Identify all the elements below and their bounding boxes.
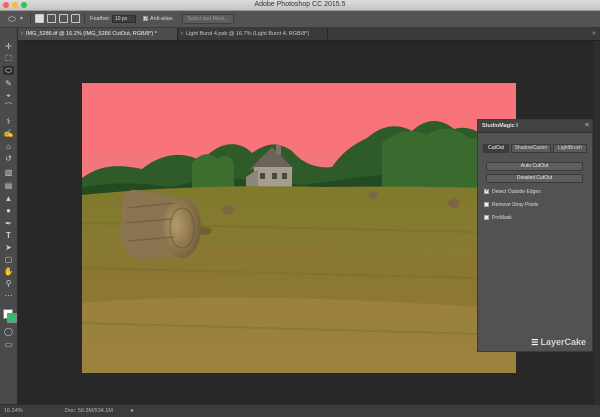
remove-stray-pixels-row[interactable]: Remove Stray Pixels <box>484 201 538 209</box>
dodge-icon[interactable]: ● <box>3 206 14 215</box>
tab-lightbrush[interactable]: LightBrush <box>553 144 587 153</box>
panel-menu-icon[interactable]: ≡ <box>585 120 589 132</box>
panel-header: StudioMagic I ≡ <box>478 120 592 133</box>
close-tab-icon[interactable]: × <box>18 28 26 40</box>
pen-icon[interactable]: ✒ <box>3 219 14 228</box>
subtract-selection-icon[interactable] <box>59 14 68 23</box>
quick-select-icon[interactable]: ✎ <box>3 79 14 88</box>
new-selection-icon[interactable] <box>35 14 44 23</box>
quick-mask-icon[interactable]: ◯ <box>3 327 14 336</box>
marquee-icon[interactable]: ⬚ <box>3 53 14 62</box>
auto-cutout-button[interactable]: Auto CutOut <box>486 162 583 171</box>
brand-text: LayerCake <box>540 337 586 347</box>
stamp-icon[interactable]: ⌂ <box>3 142 14 151</box>
checkbox-label: Detect Outside Edges <box>492 189 541 195</box>
feather-input[interactable]: 10 px <box>112 15 136 23</box>
promask-row[interactable]: ProMask <box>484 214 512 222</box>
panel-collapse-icon[interactable]: » <box>592 28 596 40</box>
checkbox-label: ProMask <box>492 215 512 221</box>
tab-shadowcaster[interactable]: ShadowCaster <box>511 144 551 153</box>
blur-icon[interactable]: ▲ <box>3 194 14 203</box>
detect-outside-edges-row[interactable]: ✓ Detect Outside Edges <box>484 188 541 196</box>
tools-panel: ✛ ⬚ ⬭ ✎ ⌖ ⁀ ⚕ ✍ ⌂ ↺ ▧ ▤ ▲ ● ✒ T ➤ ▢ ✋ ⚲ … <box>0 28 18 404</box>
tab-img-5286[interactable]: × IMG_5286.tif @ 16.2% (IMG_5286 CutOut, … <box>18 28 178 40</box>
add-selection-icon[interactable] <box>47 14 56 23</box>
screen-mode-icon[interactable]: ▭ <box>3 340 14 349</box>
crop-icon[interactable]: ⌖ <box>3 91 14 100</box>
lasso-icon[interactable]: ⬭ <box>3 66 14 75</box>
tab-label: Light Burst 4.psb @ 16.7% (Light Burst 4… <box>186 31 310 37</box>
promask-checkbox[interactable] <box>484 215 489 221</box>
tab-cutout[interactable]: CutOut <box>483 144 509 153</box>
lasso-icon[interactable]: ⬭ <box>8 11 16 27</box>
antialias-checkbox[interactable]: ✓ <box>143 16 148 22</box>
healing-icon[interactable]: ⚕ <box>3 117 14 126</box>
tab-label: IMG_5286.tif @ 16.2% (IMG_5286 CutOut, R… <box>26 31 157 37</box>
select-and-mask-button[interactable]: Select and Mask... <box>182 14 234 24</box>
eyedropper-icon[interactable]: ⁀ <box>3 103 14 112</box>
layercake-logo: ☰ LayerCake <box>531 337 586 347</box>
background-color-swatch[interactable] <box>7 313 17 323</box>
gradient-icon[interactable]: ▤ <box>3 181 14 190</box>
layercake-icon: ☰ <box>531 338 539 347</box>
separator <box>30 14 31 24</box>
type-icon[interactable]: T <box>3 231 14 240</box>
shape-icon[interactable]: ▢ <box>3 255 14 264</box>
more-icon[interactable]: ⋯ <box>3 291 14 300</box>
detect-outside-edges-checkbox[interactable]: ✓ <box>484 189 489 195</box>
zoom-level[interactable]: 16.24% <box>4 405 23 417</box>
status-menu-chevron-icon[interactable]: ▸ <box>131 405 134 417</box>
title-bar: Adobe Photoshop CC 2015.5 <box>0 0 600 11</box>
tool-preset-chevron-icon[interactable]: ▾ <box>20 11 23 27</box>
options-bar: ⬭ ▾ Feather: 10 px ✓ Anti-alias Select a… <box>0 11 600 28</box>
studiomagic-panel: StudioMagic I ≡ CutOut ShadowCaster Ligh… <box>477 119 593 352</box>
antialias-label: Anti-alias <box>150 16 173 22</box>
move-icon[interactable]: ✛ <box>3 42 14 51</box>
feather-label: Feather: <box>90 16 111 22</box>
intersect-selection-icon[interactable] <box>71 14 80 23</box>
panel-title: StudioMagic I <box>482 123 518 129</box>
remove-stray-pixels-checkbox[interactable] <box>484 202 489 208</box>
path-select-icon[interactable]: ➤ <box>3 243 14 252</box>
tab-light-burst[interactable]: × Light Burst 4.psb @ 16.7% (Light Burst … <box>178 28 328 40</box>
hand-icon[interactable]: ✋ <box>3 267 14 276</box>
window-title: Adobe Photoshop CC 2015.5 <box>254 1 346 8</box>
history-brush-icon[interactable]: ↺ <box>3 154 14 163</box>
doc-size: Doc: 50.3M/534.1M <box>65 408 113 414</box>
eraser-icon[interactable]: ▧ <box>3 168 14 177</box>
detailed-cutout-button[interactable]: Detailed CutOut <box>486 174 583 183</box>
zoom-icon[interactable]: ⚲ <box>3 279 14 288</box>
document-tabs: × IMG_5286.tif @ 16.2% (IMG_5286 CutOut, … <box>18 28 600 41</box>
brush-icon[interactable]: ✍ <box>3 129 14 138</box>
vertical-scrollbar[interactable] <box>594 41 600 404</box>
checkbox-label: Remove Stray Pixels <box>492 202 539 208</box>
status-bar: 16.24% Doc: 50.3M/534.1M ▸ <box>0 404 600 417</box>
document-image[interactable] <box>82 83 516 373</box>
close-tab-icon[interactable]: × <box>178 28 186 40</box>
separator <box>84 14 85 24</box>
